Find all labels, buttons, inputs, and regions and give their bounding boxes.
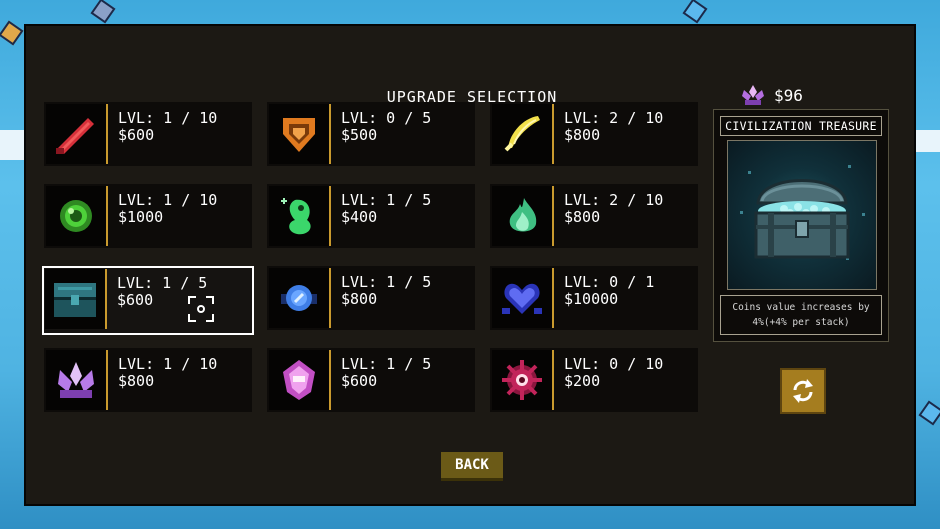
back-button[interactable]: BACK [441,452,503,481]
upgrade-panel: UPGRADE SELECTION $96 LVL: 1 / 10 $600 L… [24,24,916,506]
upgrade-price: $800 [564,126,601,144]
upgrade-level: LVL: 1 / 10 [118,191,218,209]
treasure-chest-icon [45,269,107,329]
upgrade-price: $800 [118,372,155,390]
upgrade-price: $600 [118,126,155,144]
detail-title: CIVILIZATION TREASURE [720,116,882,136]
upgrade-price: $600 [117,291,154,309]
upgrade-level: LVL: 1 / 5 [341,355,432,373]
upgrade-detail-panel: CIVILIZATION TREASURE Coins value increa… [713,109,889,342]
upgrade-level: LVL: 1 / 10 [118,355,218,373]
detail-description-line: Coins value increases by [732,302,870,313]
purple-crystal-icon [46,350,108,410]
background-cloud [0,130,24,160]
treasure-chest-preview-icon [727,140,877,290]
upgrade-card-red-blade[interactable]: LVL: 1 / 10 $600 [44,102,252,166]
floating-gem-icon [90,0,116,24]
upgrade-card-green-orb[interactable]: LVL: 1 / 10 $1000 [44,184,252,248]
floating-gem-icon [682,0,708,24]
upgrade-price: $600 [341,372,378,390]
currency-amount: $96 [774,85,803,105]
orange-shield-icon [269,104,331,164]
upgrade-level: LVL: 2 / 10 [564,191,664,209]
upgrade-price: $800 [341,290,378,308]
upgrade-level: LVL: 1 / 5 [341,273,432,291]
blue-heart-icon [492,268,554,328]
green-spirit-icon [269,186,331,246]
floating-gem-icon [918,400,940,426]
upgrade-price: $200 [564,372,601,390]
upgrade-level: LVL: 1 / 5 [341,191,432,209]
upgrade-card-blue-ring[interactable]: LVL: 1 / 5 $800 [267,266,475,330]
pink-gem-icon [269,350,331,410]
upgrade-price: $400 [341,208,378,226]
green-orb-icon [46,186,108,246]
reroll-button[interactable] [780,368,826,414]
upgrade-level: LVL: 0 / 1 [564,273,655,291]
yellow-feather-icon [492,104,554,164]
background-cloud [916,130,940,152]
upgrade-card-crimson-eye[interactable]: LVL: 0 / 10 $200 [490,348,698,412]
upgrade-level: LVL: 0 / 5 [341,109,432,127]
upgrade-price: $800 [564,208,601,226]
upgrade-card-pink-gem[interactable]: LVL: 1 / 5 $600 [267,348,475,412]
red-blade-icon [46,104,108,164]
upgrade-level: LVL: 0 / 10 [564,355,664,373]
upgrade-card-mint-flame[interactable]: LVL: 2 / 10 $800 [490,184,698,248]
upgrade-level: LVL: 2 / 10 [564,109,664,127]
upgrade-price: $500 [341,126,378,144]
refresh-icon [793,379,813,403]
upgrade-level: LVL: 1 / 5 [117,274,208,292]
upgrade-price: $1000 [118,208,164,226]
mint-flame-icon [492,186,554,246]
detail-description: Coins value increases by 4%(+4% per stac… [720,295,882,335]
currency-display: $96 [740,84,803,106]
detail-description-line: 4%(+4% per stack) [752,317,850,328]
blue-ring-icon [269,268,331,328]
floating-gem-icon [0,20,24,46]
upgrade-card-yellow-feather[interactable]: LVL: 2 / 10 $800 [490,102,698,166]
upgrade-card-treasure-chest[interactable]: LVL: 1 / 5 $600 [42,266,254,335]
cursor-reticle-icon [188,296,214,322]
upgrade-card-green-spirit[interactable]: LVL: 1 / 5 $400 [267,184,475,248]
upgrade-price: $10000 [564,290,619,308]
upgrade-card-purple-crystal[interactable]: LVL: 1 / 10 $800 [44,348,252,412]
upgrade-card-blue-heart[interactable]: LVL: 0 / 1 $10000 [490,266,698,330]
upgrade-card-orange-shield[interactable]: LVL: 0 / 5 $500 [267,102,475,166]
crimson-eye-icon [492,350,554,410]
crystal-icon [742,85,764,105]
upgrade-level: LVL: 1 / 10 [118,109,218,127]
